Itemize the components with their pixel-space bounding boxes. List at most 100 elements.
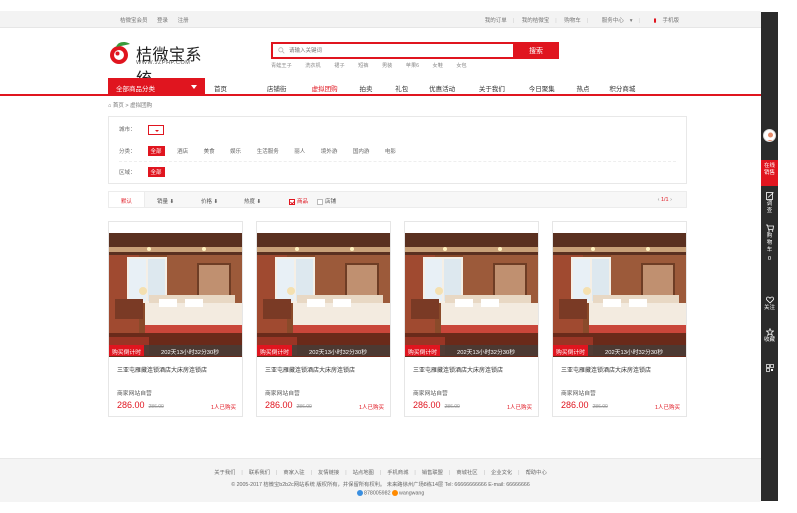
old-price: 286.00 xyxy=(296,404,312,410)
footer-separator: | xyxy=(448,470,451,476)
hotel-room-image xyxy=(405,233,538,357)
shop-name[interactable]: 商家网站自营 xyxy=(413,388,448,397)
sort-default[interactable]: 默认 xyxy=(109,192,145,207)
contact: 878005982 wangwang xyxy=(357,490,424,496)
sort-sales[interactable]: 销量 ⬇ xyxy=(157,192,174,207)
prev-page-icon[interactable]: ‹ xyxy=(658,197,660,203)
shop-name[interactable]: 商家网站自营 xyxy=(265,388,300,397)
arrow-down-icon: ⬇ xyxy=(169,199,175,205)
next-page-icon[interactable]: › xyxy=(670,197,672,203)
hot-keyword[interactable]: 女包 xyxy=(456,63,466,69)
search-input[interactable] xyxy=(273,44,515,57)
shop-name[interactable]: 商家网站自营 xyxy=(117,388,152,397)
qq-number[interactable]: 878005982 xyxy=(364,490,391,496)
follow-button[interactable]: 关注 xyxy=(761,296,778,312)
hot-keyword[interactable]: 男装 xyxy=(382,63,392,69)
qrcode-button[interactable] xyxy=(761,364,778,373)
nav-item-group-buy[interactable]: 虚拟团购 xyxy=(312,83,358,93)
avatar[interactable] xyxy=(763,129,776,142)
cart-count: 0 xyxy=(767,256,772,262)
nav-item-shops[interactable]: 店铺街 xyxy=(252,83,310,93)
hot-keyword[interactable]: 短裤 xyxy=(358,63,368,69)
category-option[interactable]: 全部 xyxy=(147,146,165,156)
footer-link[interactable]: 企业文化 xyxy=(491,470,512,476)
nav-item-gift[interactable]: 礼包 xyxy=(395,83,427,93)
category-option[interactable]: 电影 xyxy=(382,146,399,156)
category-option[interactable]: 生活服务 xyxy=(254,146,282,156)
hot-keyword[interactable]: 洗衣机 xyxy=(305,63,321,69)
product-title[interactable]: 三亚屯雁藏连锁酒店大床房连锁店 xyxy=(413,365,503,374)
right-sidebar: 在线销售 调查 购物车 0 关注 收藏 xyxy=(761,12,778,501)
mobile-link[interactable]: ▮ 手机版 xyxy=(647,18,679,24)
footer-link[interactable]: 商城社区 xyxy=(456,470,477,476)
nav-item-promotions[interactable]: 优惠活动 xyxy=(429,83,477,93)
nav-item-points-mall[interactable]: 积分商城 xyxy=(609,83,635,93)
product-card[interactable]: 购买倒计时 202天13小时32分30秒 三亚屯雁藏连锁酒店大床房连锁店 商家网… xyxy=(404,221,539,417)
footer-link[interactable]: 帮助中心 xyxy=(526,470,547,476)
product-card[interactable]: 购买倒计时 202天13小时32分30秒 三亚屯雁藏连锁酒店大床房连锁店 商家网… xyxy=(552,221,687,417)
nav-item-about[interactable]: 关于我们 xyxy=(479,83,527,93)
product-image[interactable] xyxy=(553,233,686,357)
sort-price[interactable]: 价格 ⬇ xyxy=(201,192,218,207)
sold-count: 1人已购买 xyxy=(358,405,384,411)
nav-item-auction[interactable]: 拍卖 xyxy=(359,83,393,93)
copyright: © 2005-2017 桔微宝b2b2c网站系统 版权所有，并保留所有权利。 未… xyxy=(231,482,530,488)
register-link[interactable]: 注册 xyxy=(178,18,189,24)
product-card[interactable]: 购买倒计时 202天13小时32分30秒 三亚屯雁藏连锁酒店大床房连锁店 商家网… xyxy=(108,221,243,417)
survey-label: 调查 xyxy=(766,201,773,214)
area-option[interactable]: 全部 xyxy=(147,167,165,177)
product-card[interactable]: 购买倒计时 202天13小时32分30秒 三亚屯雁藏连锁酒店大床房连锁店 商家网… xyxy=(256,221,391,417)
hot-keyword[interactable]: 裙子 xyxy=(334,63,344,69)
category-option[interactable]: 娱乐 xyxy=(227,146,244,156)
filter-shops[interactable]: 店铺 xyxy=(317,192,336,207)
category-option[interactable]: 境外游 xyxy=(318,146,341,156)
category-option[interactable]: 丽人 xyxy=(291,146,308,156)
product-image[interactable] xyxy=(109,233,242,357)
product-image[interactable] xyxy=(257,233,390,357)
footer-link[interactable]: 手机商城 xyxy=(387,470,408,476)
category-option[interactable]: 国内游 xyxy=(350,146,373,156)
nav-item-today[interactable]: 今日聚集 xyxy=(529,83,575,93)
product-title[interactable]: 三亚屯雁藏连锁酒店大床房连锁店 xyxy=(561,365,651,374)
cart-button[interactable]: 购物车 0 xyxy=(761,224,778,263)
footer-link[interactable]: 友情链接 xyxy=(318,470,339,476)
footer-link[interactable]: 销售联盟 xyxy=(422,470,443,476)
countdown-tag: 购买倒计时 xyxy=(109,345,144,356)
footer-link[interactable]: 关于我们 xyxy=(214,470,235,476)
footer-link[interactable]: 联系我们 xyxy=(249,470,270,476)
product-image[interactable] xyxy=(405,233,538,357)
shop-name[interactable]: 商家网站自营 xyxy=(561,388,596,397)
my-account-link[interactable]: 我的桔微宝 xyxy=(522,18,550,24)
product-title[interactable]: 三亚屯雁藏连锁酒店大床房连锁店 xyxy=(265,365,355,374)
hot-keyword[interactable]: 青蛙王子 xyxy=(271,63,292,69)
city-select[interactable] xyxy=(147,125,164,135)
my-orders-link[interactable]: 我的订单 xyxy=(485,18,507,24)
sort-popularity[interactable]: 热度 ⬇ xyxy=(244,192,261,207)
logo[interactable]: 桔微宝系统 WWW.JZPHP.COM xyxy=(108,40,218,88)
nav-item-hot[interactable]: 热点 xyxy=(577,83,608,93)
hot-keyword[interactable]: 苹果6 xyxy=(406,63,419,69)
cart-link[interactable]: 购物车 xyxy=(564,18,581,24)
follow-label: 关注 xyxy=(763,305,775,311)
category-option[interactable]: 美食 xyxy=(201,146,218,156)
arrow-down-icon: ⬇ xyxy=(256,199,262,205)
category-option[interactable]: 酒店 xyxy=(174,146,191,156)
all-categories-button[interactable]: 全部商品分类 xyxy=(108,78,205,96)
filter-goods[interactable]: 商品 xyxy=(289,192,308,207)
breadcrumb-home[interactable]: 首页 xyxy=(113,103,124,109)
footer-link[interactable]: 商家入驻 xyxy=(283,470,304,476)
footer-link[interactable]: 站点地图 xyxy=(353,470,374,476)
survey-button[interactable]: 调查 xyxy=(761,192,778,215)
search-button[interactable]: 搜索 xyxy=(513,42,559,59)
hot-keywords: 青蛙王子 洗衣机 裙子 短裤 男装 苹果6 女鞋 女包 xyxy=(271,62,479,69)
product-title[interactable]: 三亚屯雁藏连锁酒店大床房连锁店 xyxy=(117,365,207,374)
category-label: 分类： xyxy=(119,149,136,155)
hot-keyword[interactable]: 女鞋 xyxy=(433,63,443,69)
favorite-button[interactable]: 收藏 xyxy=(761,328,778,344)
login-link[interactable]: 登录 xyxy=(157,18,168,24)
footer-separator: | xyxy=(345,470,347,476)
nav-item-home[interactable]: 首页 xyxy=(214,83,250,93)
service-center-link[interactable]: 服务中心 ▾ xyxy=(596,18,633,24)
wangwang-link[interactable]: wangwang xyxy=(399,490,424,496)
online-sales-button[interactable]: 在线销售 xyxy=(761,160,778,186)
